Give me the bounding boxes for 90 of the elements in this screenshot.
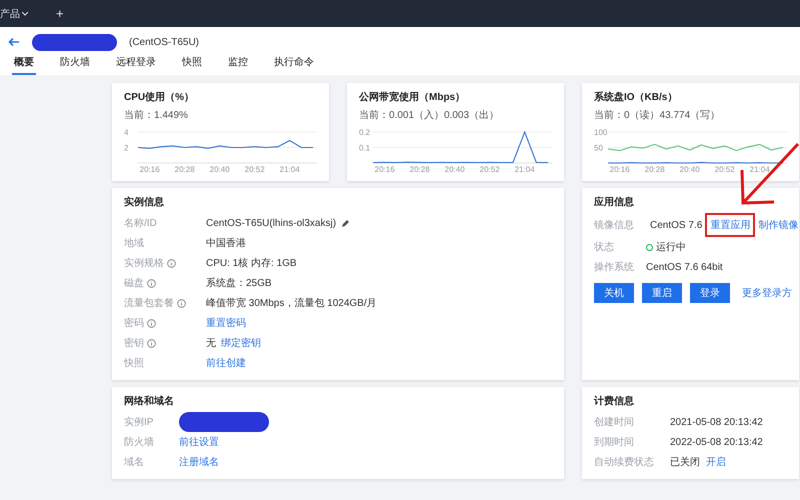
- axis-tick: 21:04: [514, 165, 535, 174]
- axis-tick: 100: [594, 128, 608, 137]
- action-link[interactable]: 前往设置: [179, 435, 219, 449]
- field-value: 峰值带宽 30Mbps，流量包 1024GB/月: [206, 296, 377, 310]
- action-button[interactable]: 关机: [594, 283, 634, 303]
- card-title: CPU使用（%）: [124, 90, 196, 104]
- action-link[interactable]: 开启: [706, 455, 726, 469]
- info-icon: [147, 318, 156, 328]
- card-title: 实例信息: [124, 195, 165, 209]
- tab[interactable]: 快照: [180, 53, 204, 75]
- action-button[interactable]: 重启: [642, 283, 682, 303]
- current-reading: 当前：0.001（入）0.003（出）: [359, 108, 500, 122]
- back-arrow-icon[interactable]: [8, 37, 20, 47]
- field-label: 密码: [124, 316, 206, 330]
- field-label: 密钥: [124, 336, 206, 350]
- caret-icon: [22, 12, 28, 16]
- axis-tick: 2: [124, 144, 128, 152]
- field-label: 状态: [594, 240, 615, 254]
- field-label: 地域: [124, 236, 145, 250]
- tab[interactable]: 执行命令: [272, 53, 316, 75]
- action-link[interactable]: 重置密码: [206, 316, 246, 330]
- field-value: CentOS 7.6: [650, 220, 702, 230]
- field-label: 快照: [124, 356, 145, 370]
- axis-tick: 21:04: [280, 165, 300, 174]
- product-menu[interactable]: 产品: [0, 6, 28, 20]
- axis-tick: 20:28: [410, 165, 430, 174]
- pencil-icon[interactable]: [341, 218, 350, 228]
- card-title: 应用信息: [594, 195, 635, 209]
- action-link[interactable]: 前往创建: [206, 356, 246, 370]
- field-label: 创建时间: [594, 416, 635, 429]
- axis-tick: 0.1: [359, 144, 370, 152]
- field-value: 已关闭: [670, 456, 700, 469]
- axis-tick: 20:52: [244, 165, 265, 174]
- axis-tick: 20:52: [714, 165, 735, 174]
- field-label: 实例规格: [124, 256, 206, 270]
- info-icon: [177, 298, 186, 308]
- field-label: 自动续费状态: [594, 456, 655, 469]
- field-label: 实例IP: [124, 416, 154, 429]
- field-value: CentOS 7.6 64bit: [646, 262, 723, 272]
- axis-tick: 20:16: [374, 165, 395, 174]
- info-icon: [147, 278, 156, 288]
- field-label: 防火墙: [124, 436, 155, 449]
- axis-tick: 0.2: [359, 128, 370, 137]
- field-label: 域名: [124, 456, 145, 469]
- field-label: 磁盘: [124, 276, 206, 290]
- tab[interactable]: 防火墙: [58, 53, 92, 75]
- axis-tick: 20:16: [140, 165, 160, 174]
- action-link[interactable]: 重置应用: [710, 218, 750, 232]
- tab[interactable]: 概要: [12, 53, 36, 75]
- axis-tick: 21:04: [750, 165, 770, 174]
- instance-subtitle: (CentOS-T65U): [129, 36, 200, 48]
- card-title: 网络和域名: [124, 394, 175, 408]
- field-label: 到期时间: [594, 436, 635, 449]
- current-reading: 当前：1.449%: [124, 108, 189, 122]
- add-button[interactable]: +: [50, 5, 70, 22]
- axis-tick: 20:40: [444, 165, 465, 174]
- axis-tick: 20:40: [680, 165, 700, 174]
- axis-tick: 20:52: [480, 165, 500, 174]
- axis-tick: 20:28: [174, 165, 195, 174]
- tab[interactable]: 监控: [226, 53, 250, 75]
- axis-tick: 50: [594, 144, 603, 152]
- current-reading: 当前：0（读）43.774（写）: [594, 108, 722, 122]
- axis-tick: 4: [124, 128, 128, 137]
- field-value: 2022-05-08 20:13:42: [670, 436, 763, 448]
- info-icon: [167, 258, 176, 268]
- info-icon: [147, 338, 156, 348]
- field-value: CentOS-T65U(lhins-ol3xaksj): [206, 218, 336, 228]
- card-title: 公网带宽使用（Mbps）: [359, 90, 466, 104]
- field-value: 中国香港: [206, 236, 246, 250]
- field-label: 流量包套餐: [124, 296, 206, 310]
- field-label: 名称/ID: [124, 217, 158, 230]
- card-title: 计费信息: [594, 394, 635, 408]
- card-title: 系统盘IO（KB/s）: [594, 90, 678, 104]
- action-link[interactable]: 绑定密钥: [221, 336, 261, 350]
- field-value: 无: [206, 337, 216, 350]
- action-link[interactable]: 注册域名: [179, 455, 219, 469]
- action-link[interactable]: 制作镜像: [758, 218, 798, 232]
- field-value: CPU: 1核 内存: 1GB: [206, 256, 297, 270]
- field-value: 系统盘：25GB: [206, 276, 272, 290]
- axis-tick: 20:40: [210, 165, 230, 174]
- field-label: 操作系统: [594, 260, 635, 274]
- action-link[interactable]: 更多登录方: [742, 286, 792, 300]
- field-label: 镜像信息: [594, 218, 635, 232]
- axis-tick: 20:16: [610, 165, 630, 174]
- annotation-arrow: [738, 142, 800, 206]
- tab[interactable]: 远程登录: [114, 53, 158, 75]
- action-button[interactable]: 登录: [690, 283, 730, 303]
- field-value: 2021-05-08 20:13:42: [670, 416, 763, 428]
- status-text: 运行中: [656, 240, 686, 254]
- axis-tick: 20:28: [644, 165, 665, 174]
